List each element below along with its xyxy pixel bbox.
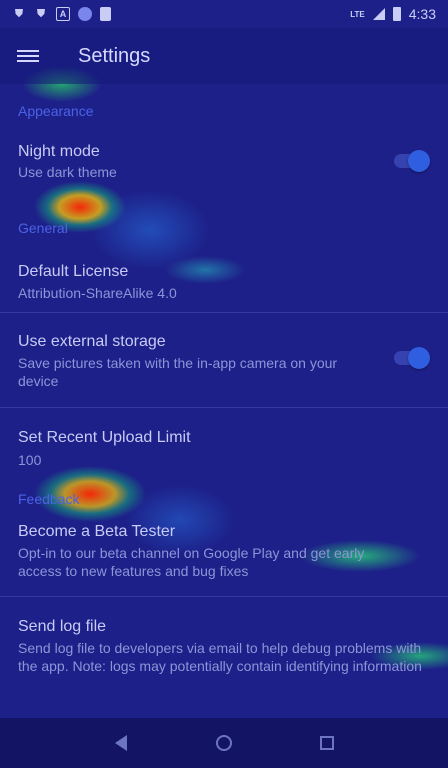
back-icon (115, 735, 128, 751)
pref-night-mode[interactable]: Night mode Use dark theme (0, 120, 448, 200)
back-button[interactable] (101, 723, 141, 763)
notification-icons: ⛊ ⛊ A (12, 7, 111, 21)
home-button[interactable] (204, 723, 244, 763)
app-bar: Settings (0, 28, 448, 84)
pref-title: Set Recent Upload Limit (18, 429, 191, 446)
shield-icon: ⛊ (36, 7, 46, 20)
navigation-bar (0, 718, 448, 768)
signal-icon (372, 8, 385, 20)
pref-title: Become a Beta Tester (18, 523, 176, 540)
pref-send-log[interactable]: Send log file Send log file to developer… (0, 597, 448, 707)
pref-summary: Use dark theme (18, 164, 117, 180)
pref-default-license[interactable]: Default License Attribution-ShareAlike 4… (0, 238, 448, 312)
system-icons: LTE 4:33 (350, 6, 436, 22)
circle-icon (78, 7, 92, 21)
pref-title: Send log file (18, 618, 107, 635)
external-storage-switch[interactable] (394, 347, 430, 369)
pref-title: Default License (18, 263, 129, 280)
home-icon (215, 735, 232, 751)
status-bar: ⛊ ⛊ A LTE 4:33 (0, 0, 448, 28)
battery-icon (392, 7, 401, 21)
section-header-feedback: Feedback (18, 491, 80, 507)
section-header-general: General (18, 220, 68, 236)
pref-external-storage[interactable]: Use external storage Save pictures taken… (0, 313, 448, 407)
pref-summary: Send log file to developers via email to… (18, 640, 422, 674)
shield-icon: ⛊ (14, 7, 24, 20)
pref-summary: Attribution-ShareAlike 4.0 (18, 285, 177, 301)
a-icon: A (56, 7, 70, 21)
screen: ⛊ ⛊ A LTE 4:33 Settings Appearance Night… (0, 0, 448, 768)
sd-card-icon (100, 7, 111, 21)
clock: 4:33 (408, 6, 436, 22)
night-mode-switch[interactable] (394, 150, 430, 172)
pref-title: Use external storage (18, 333, 166, 350)
hamburger-icon (17, 47, 39, 65)
pref-summary: 100 (18, 452, 42, 468)
recents-icon (319, 736, 334, 750)
switch-knob (408, 347, 430, 369)
section-header-appearance: Appearance (18, 103, 94, 119)
menu-button[interactable] (0, 28, 56, 84)
network-type: LTE (350, 9, 365, 19)
pref-title: Night mode (18, 143, 100, 160)
page-title: Settings (78, 44, 151, 67)
pref-beta-tester[interactable]: Become a Beta Tester Opt-in to our beta … (0, 508, 448, 596)
recents-button[interactable] (307, 723, 347, 763)
settings-list: Appearance Night mode Use dark theme Gen… (0, 84, 448, 718)
switch-knob (408, 150, 430, 172)
pref-summary: Save pictures taken with the in-app came… (18, 355, 338, 389)
pref-summary: Opt-in to our beta channel on Google Pla… (18, 545, 365, 579)
pref-upload-limit[interactable]: Set Recent Upload Limit 100 (0, 408, 448, 474)
